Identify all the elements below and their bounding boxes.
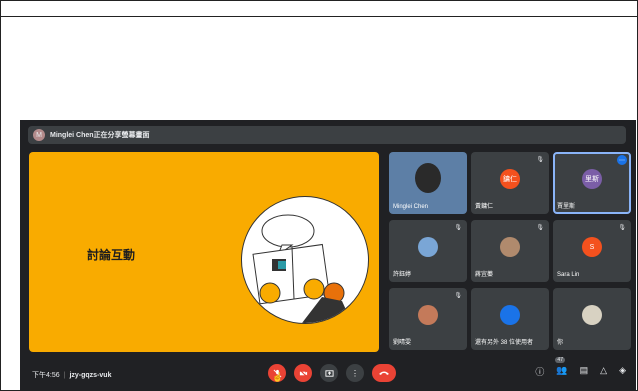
side-tools: ⓘ 👥 47 ▤ △ ◈ [535, 357, 626, 378]
people-icon[interactable]: 👥 47 [555, 357, 568, 378]
meeting-code: jzy-gqzs-vuk [69, 372, 112, 379]
participant-name: 許鈺婷 [393, 272, 412, 278]
presenter-text: Minglei Chen正在分享螢幕畫面 [50, 132, 150, 139]
camera-off-icon[interactable] [294, 364, 312, 382]
participant-tile[interactable]: S Sara Lin 🎙 [553, 220, 631, 282]
mic-muted-icon: 🎙 [618, 225, 626, 231]
bottom-toolbar: 下午4:56 | jzy-gqzs-vuk ⋮ ⓘ 👥 47 ▤ △ ◈ [20, 357, 636, 391]
shared-screen[interactable]: 討論互動 [29, 152, 379, 352]
participant-name: 你 [557, 340, 564, 346]
participant-avatar: 里斯 [582, 169, 602, 189]
more-options-icon[interactable]: ⋮ [346, 364, 364, 382]
participant-name: Sara Lin [557, 272, 580, 278]
slide-illustration [241, 196, 369, 324]
participant-avatar [418, 305, 438, 325]
participant-tile[interactable]: 鏞仁黃鏞仁 🎙 [471, 152, 549, 214]
chat-icon[interactable]: ▤ [580, 365, 589, 378]
mouse-cursor-icon: ☝ [272, 372, 284, 382]
participant-count: 47 [555, 357, 565, 363]
participant-avatar [418, 237, 438, 257]
slide-title: 討論互動 [87, 248, 136, 262]
activities-icon[interactable]: △ [600, 365, 607, 378]
participant-name: Minglei Chen [393, 204, 429, 210]
participant-avatar [582, 305, 602, 325]
participant-tile[interactable]: 里斯賈里斯 ⋯ [553, 152, 631, 214]
hangup-icon[interactable] [372, 364, 396, 382]
participant-name: 賈里斯 [557, 204, 576, 210]
call-controls: ⋮ [268, 364, 396, 382]
tile-options-icon[interactable]: ⋯ [617, 155, 627, 165]
info-icon[interactable]: ⓘ [535, 365, 544, 378]
participant-tile[interactable]: 你 [553, 288, 631, 350]
clock-time: 下午4:56 [32, 372, 60, 379]
participant-avatar [500, 237, 520, 257]
participant-name: 黃鏞仁 [475, 204, 494, 210]
mic-muted-icon: 🎙 [454, 293, 462, 299]
participant-tile[interactable]: Minglei Chen [389, 152, 467, 214]
mic-muted-icon: 🎙 [536, 225, 544, 231]
participant-avatar [500, 305, 520, 325]
presenter-avatar: M [33, 129, 45, 141]
host-controls-icon[interactable]: ◈ [619, 365, 626, 378]
participant-tile[interactable]: 還有另外 38 位使用者 [471, 288, 549, 350]
participant-avatar [415, 163, 441, 193]
participant-name: 蔣宜蓁 [475, 272, 494, 278]
participant-tile[interactable]: 劉晴雯 🎙 [389, 288, 467, 350]
participant-avatar: S [582, 237, 602, 257]
top-divider [1, 16, 637, 17]
meet-window: M Minglei Chen正在分享螢幕畫面 討論互動 Minglei Chen… [20, 120, 636, 391]
presenting-banner: M Minglei Chen正在分享螢幕畫面 [28, 126, 626, 144]
mic-muted-icon: 🎙 [536, 157, 544, 163]
mic-muted-icon: 🎙 [454, 225, 462, 231]
participant-tile[interactable]: 許鈺婷 🎙 [389, 220, 467, 282]
participant-tile[interactable]: 蔣宜蓁 🎙 [471, 220, 549, 282]
meeting-info: 下午4:56 | jzy-gqzs-vuk [32, 372, 112, 379]
participant-name: 劉晴雯 [393, 340, 412, 346]
participant-name: 還有另外 38 位使用者 [475, 340, 534, 346]
participant-avatar: 鏞仁 [500, 169, 520, 189]
present-icon[interactable] [320, 364, 338, 382]
